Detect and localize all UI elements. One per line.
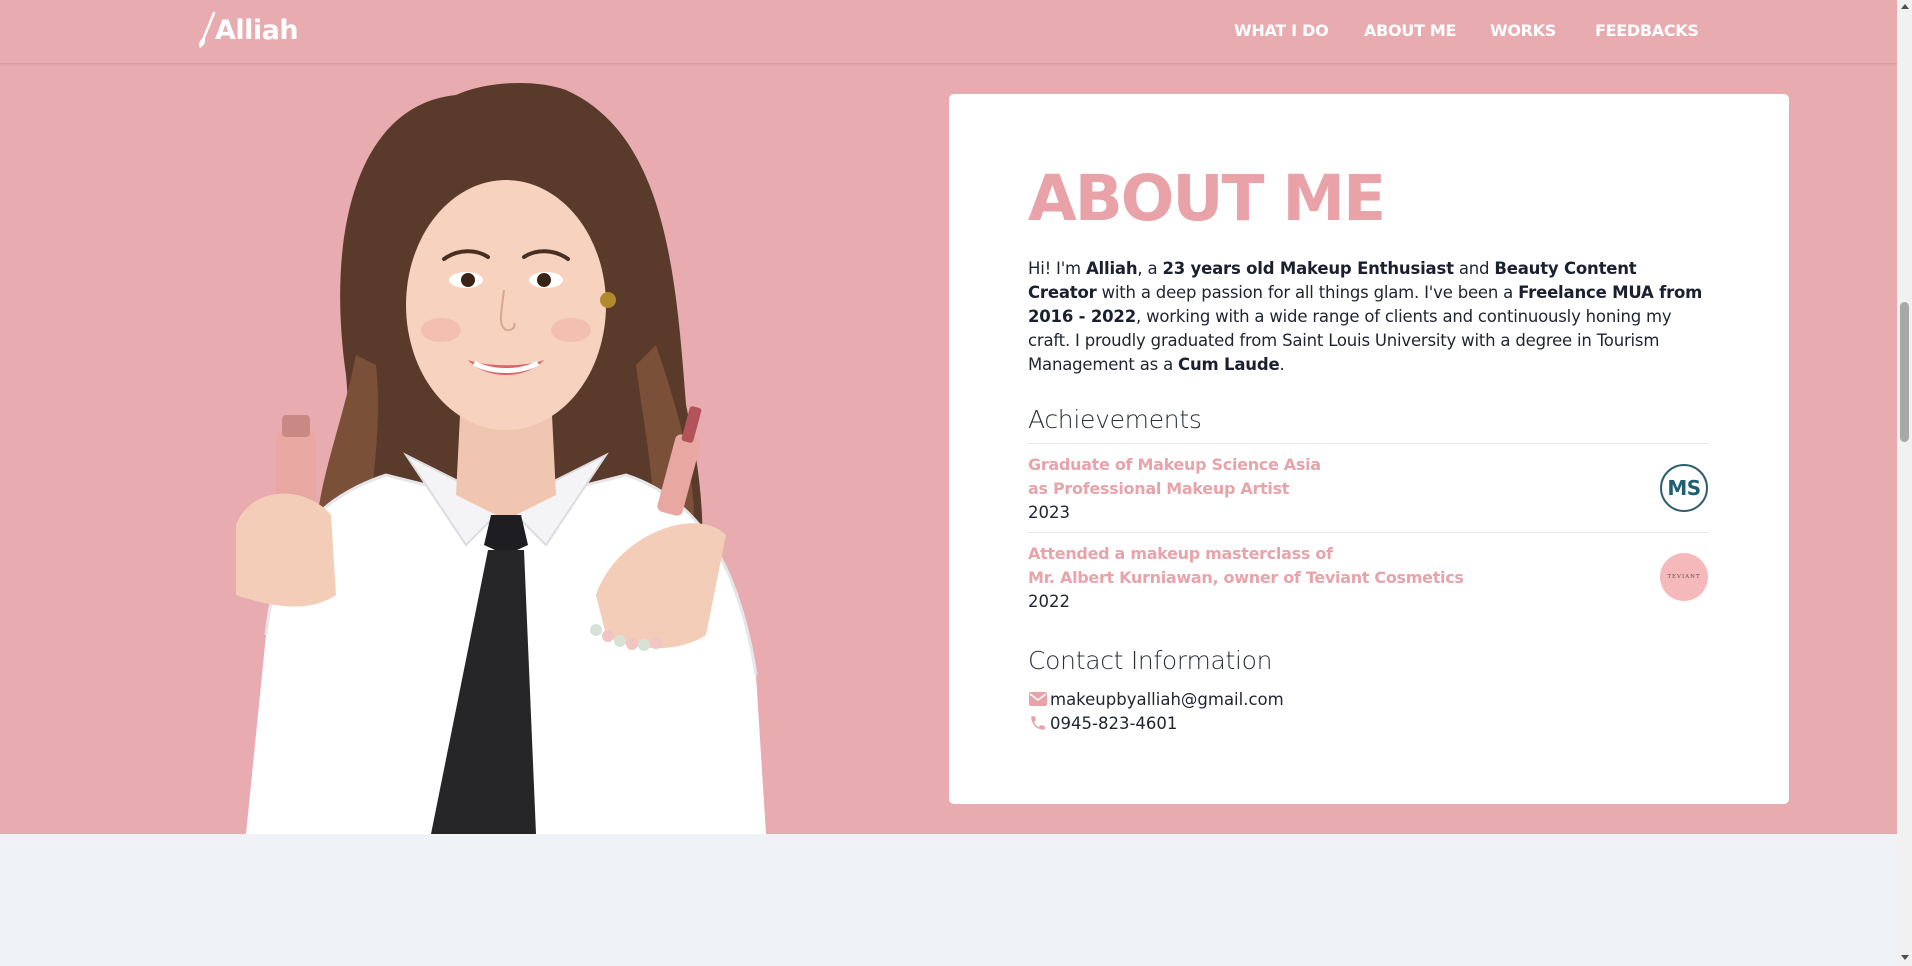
contact-phone[interactable]: 0945-823-4601 xyxy=(1028,711,1708,735)
achievement-title-line: as Professional Makeup Artist xyxy=(1028,479,1290,498)
nav-what-i-do[interactable]: WHAT I DO xyxy=(1234,21,1329,40)
nav-works[interactable]: WORKS xyxy=(1490,21,1556,40)
nav-feedbacks[interactable]: FEEDBACKS xyxy=(1595,21,1699,40)
intro-text: with a deep passion for all things glam.… xyxy=(1096,283,1519,302)
contact-email-text: makeupbyalliah@gmail.com xyxy=(1050,689,1284,709)
intro-text: Hi! I'm xyxy=(1028,259,1086,278)
scroll-down-icon[interactable] xyxy=(1901,955,1909,960)
logo-text: TEVIANT xyxy=(1667,574,1701,580)
achievement-title-line: Mr. Albert Kurniawan, owner of Teviant C… xyxy=(1028,568,1464,587)
achievement-item: Graduate of Makeup Science Asia as Profe… xyxy=(1028,443,1708,532)
achievements-list: Graduate of Makeup Science Asia as Profe… xyxy=(1028,443,1708,621)
contact-heading: Contact Information xyxy=(1028,646,1273,675)
intro-text: . xyxy=(1279,355,1285,374)
brand-name: Alliah xyxy=(215,14,299,46)
intro-age-role: 23 years old Makeup Enthusiast xyxy=(1162,259,1454,278)
about-card: ABOUT ME Hi! I'm Alliah, a 23 years old … xyxy=(949,94,1789,804)
contact-phone-text: 0945-823-4601 xyxy=(1050,713,1178,733)
brush-icon xyxy=(199,11,216,48)
intro-text: , a xyxy=(1137,259,1163,278)
contact-list: makeupbyalliah@gmail.com 0945-823-4601 xyxy=(1028,687,1708,735)
intro-text: and xyxy=(1453,259,1495,278)
scrollbar-thumb[interactable] xyxy=(1900,302,1909,442)
about-intro: Hi! I'm Alliah, a 23 years old Makeup En… xyxy=(1028,257,1708,377)
achievement-title: Attended a makeup masterclass of Mr. Alb… xyxy=(1028,542,1588,590)
achievement-title: Graduate of Makeup Science Asia as Profe… xyxy=(1028,453,1588,501)
mail-icon xyxy=(1028,689,1048,709)
achievement-title-line: Attended a makeup masterclass of xyxy=(1028,544,1333,563)
page-scrollbar[interactable] xyxy=(1897,0,1912,966)
makeup-science-logo: MS xyxy=(1660,464,1708,512)
achievement-item: Attended a makeup masterclass of Mr. Alb… xyxy=(1028,532,1708,621)
brand-logo[interactable]: Alliah xyxy=(197,10,299,50)
achievements-heading: Achievements xyxy=(1028,405,1202,434)
achievement-year: 2022 xyxy=(1028,592,1070,611)
achievement-title-line: Graduate of Makeup Science Asia xyxy=(1028,455,1321,474)
portrait-photo xyxy=(236,82,766,834)
scroll-up-icon[interactable] xyxy=(1901,4,1909,9)
phone-icon xyxy=(1028,713,1048,733)
contact-email[interactable]: makeupbyalliah@gmail.com xyxy=(1028,687,1708,711)
nav-about-me[interactable]: ABOUT ME xyxy=(1364,21,1456,40)
page-title: ABOUT ME xyxy=(1028,162,1386,235)
achievement-year: 2023 xyxy=(1028,503,1070,522)
intro-honor: Cum Laude xyxy=(1178,355,1280,374)
teviant-logo: TEVIANT xyxy=(1660,553,1708,601)
intro-name: Alliah xyxy=(1085,259,1138,278)
logo-text: MS xyxy=(1667,476,1701,500)
navbar: Alliah WHAT I DO ABOUT ME WORKS FEEDBACK… xyxy=(0,0,1897,64)
